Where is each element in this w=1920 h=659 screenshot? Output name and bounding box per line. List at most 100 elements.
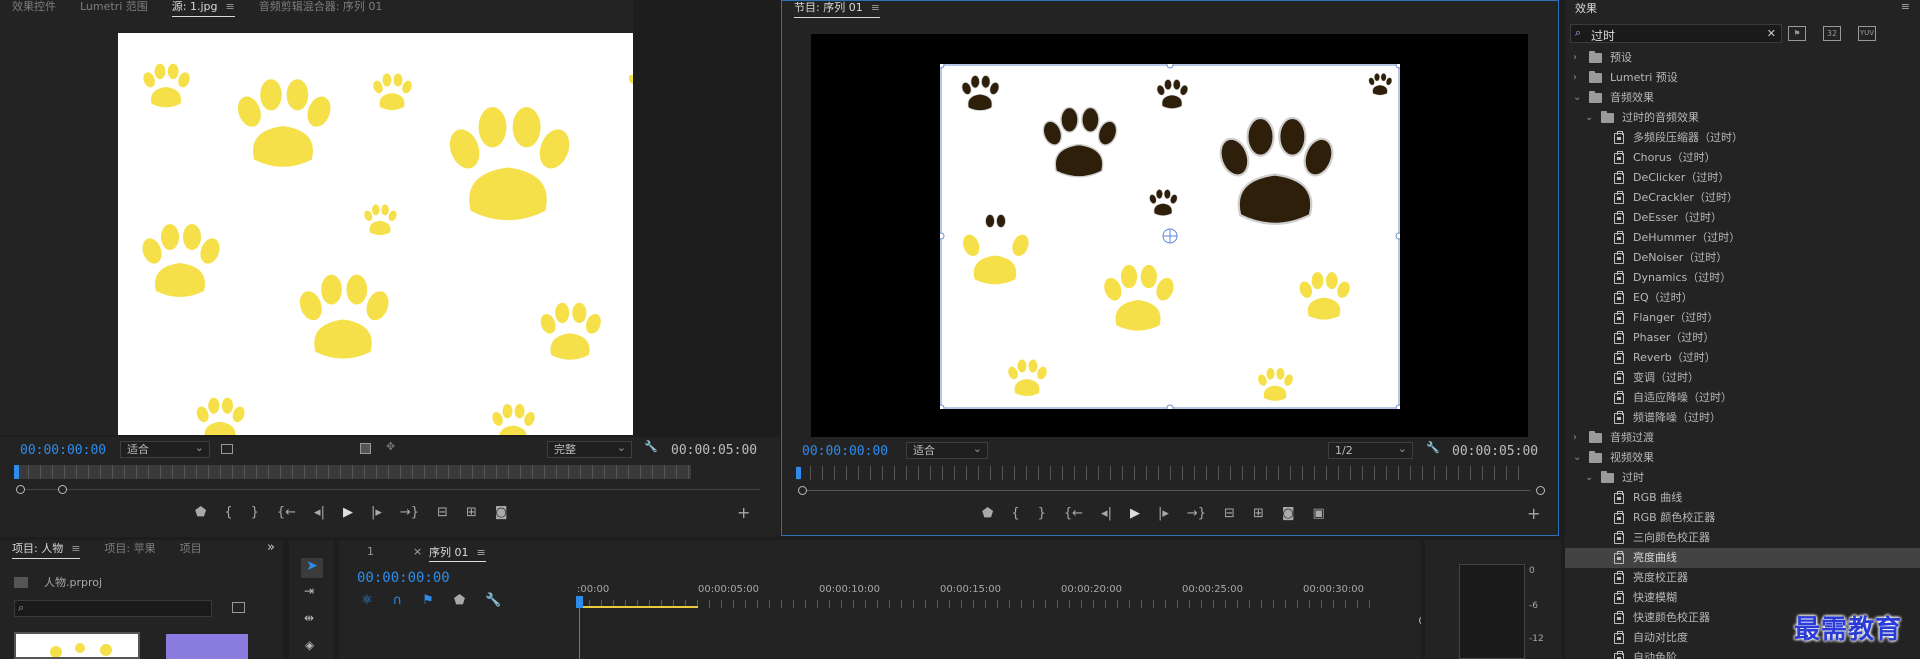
effect-item-row[interactable]: 自动色阶 [1565,648,1920,659]
menu-icon[interactable]: ≡ [871,1,880,14]
insert-icon[interactable]: ⊟ [437,505,448,520]
menu-icon[interactable]: ≡ [477,546,486,559]
effects-folder-row[interactable]: › Lumetri 预设 [1565,68,1920,88]
effects-folder-row[interactable]: ⌄ 视频效果 [1565,448,1920,468]
timeline-time-ruler[interactable]: :00:00 00:00:05:00 00:00:10:00 00:00:15:00 0… [577,584,1377,614]
close-sequence-icon[interactable]: × [413,545,422,558]
mark-in-button[interactable]: { [1011,506,1019,521]
program-add-button-icon[interactable]: + [1527,504,1540,523]
step-back-button[interactable]: ◂| [314,505,325,520]
effects-menu-icon[interactable]: ≡ [1901,0,1910,13]
effect-item-row[interactable]: 多频段压缩器（过时） [1565,128,1920,148]
effect-item-row[interactable]: RGB 颜色校正器 [1565,508,1920,528]
source-export-icon[interactable] [360,443,371,454]
tab-audio-clip-mixer[interactable]: 音频剪辑混合器: 序列 01 [247,0,395,16]
source-zoom-start[interactable] [16,485,25,494]
comparison-view-icon[interactable]: ▣ [1312,506,1324,521]
clear-search-icon[interactable]: ✕ [1767,27,1776,40]
linked-selection-icon[interactable]: ⚑ [422,593,434,608]
go-to-out-button[interactable]: →} [1187,506,1206,521]
source-settings-wrench-icon[interactable]: 🔧 [644,440,658,453]
menu-icon[interactable]: ≡ [226,0,235,13]
source-add-button-icon[interactable]: + [737,503,750,522]
effect-item-row[interactable]: DeClicker（过时） [1565,168,1920,188]
effect-item-row[interactable]: Flanger（过时） [1565,308,1920,328]
lift-icon[interactable]: ⊟ [1224,506,1235,521]
effect-item-row[interactable]: 快速模糊 [1565,588,1920,608]
program-zoom-start[interactable] [798,486,807,495]
effect-item-row[interactable]: Chorus（过时） [1565,148,1920,168]
effect-item-row[interactable]: DeNoiser（过时） [1565,248,1920,268]
mark-out-button[interactable]: } [1038,506,1046,521]
go-to-in-button[interactable]: {← [1064,506,1083,521]
nest-icon[interactable]: ⚛ [361,593,373,608]
snap-magnet-icon[interactable]: ∩ [393,593,403,608]
step-back-button[interactable]: ◂| [1101,506,1112,521]
tab-project[interactable]: 项目 [168,542,214,558]
timeline-timecode[interactable]: 00:00:00:00 [357,570,450,586]
chevron-down-icon[interactable]: ⌄ [1573,448,1581,468]
effect-item-row[interactable]: DeCrackler（过时） [1565,188,1920,208]
accelerated-effects-icon[interactable]: ⚑ [1788,26,1806,41]
source-timecode-current[interactable]: 00:00:00:00 [20,443,106,458]
tab-effect-controls[interactable]: 效果控件 [0,0,68,16]
effects-folder-row[interactable]: ⌄ 过时 [1565,468,1920,488]
effect-item-row[interactable]: DeHummer（过时） [1565,228,1920,248]
tab-lumetri-scopes[interactable]: Lumetri 范围 [68,0,160,16]
source-time-ruler[interactable] [16,465,691,479]
new-bin-from-search-icon[interactable] [232,602,245,613]
effect-item-row[interactable]: 亮度校正器 [1565,568,1920,588]
effects-folder-row[interactable]: ⌄ 过时的音频效果 [1565,108,1920,128]
timeline-yellow-work-area[interactable] [579,606,698,608]
add-marker-icon[interactable]: ⬟ [195,505,206,520]
chevron-down-icon[interactable]: ⌄ [1585,468,1593,488]
ripple-edit-tool-icon[interactable]: ⇹ [304,611,314,625]
tab-project-renwu[interactable]: 项目: 人物 ≡ [0,542,92,559]
play-button[interactable]: ▶ [1130,506,1140,521]
source-zoom-track[interactable] [20,489,760,490]
chevron-right-icon[interactable]: › [1573,428,1577,448]
add-marker-icon[interactable]: ⬟ [982,506,993,521]
effects-folder-row[interactable]: › 音频过渡 [1565,428,1920,448]
thumbnail-sequence[interactable] [166,634,248,659]
tab-source[interactable]: 源: 1.jpg ≡ [160,0,247,17]
program-fit-dropdown[interactable]: 适合 [906,441,988,459]
timeline-tab-left[interactable]: 1 [367,545,374,558]
effect-item-row[interactable]: 亮度曲线 [1565,548,1920,568]
source-safe-margins-icon[interactable] [221,444,233,454]
tab-program[interactable]: 节目: 序列 01 ≡ [782,1,892,18]
go-to-out-button[interactable]: →} [400,505,419,520]
go-to-in-button[interactable]: {← [277,505,296,520]
effects-folder-row[interactable]: › 预设 [1565,48,1920,68]
program-timecode-current[interactable]: 00:00:00:00 [802,444,888,459]
effect-item-row[interactable]: RGB 曲线 [1565,488,1920,508]
timeline-playhead[interactable] [576,596,583,608]
menu-icon[interactable]: ≡ [71,542,80,555]
more-tabs-icon[interactable]: » [267,540,275,555]
program-zoom-track[interactable] [802,490,1530,491]
add-marker-icon[interactable]: ⬟ [454,593,465,608]
tab-project-pingguo[interactable]: 项目: 苹果 [92,542,167,558]
source-fit-dropdown[interactable]: 适合 [120,440,210,458]
timeline-scroll-knob[interactable] [1419,616,1421,625]
effect-item-row[interactable]: 变调（过时） [1565,368,1920,388]
mark-in-button[interactable]: { [224,505,232,520]
effect-item-row[interactable]: Dynamics（过时） [1565,268,1920,288]
program-zoom-end[interactable] [1536,486,1545,495]
program-settings-wrench-icon[interactable]: 🔧 [1426,441,1440,454]
chevron-right-icon[interactable]: › [1573,48,1577,68]
timeline-settings-wrench-icon[interactable]: 🔧 [485,593,501,608]
source-drag-icon[interactable]: ✥ [386,440,395,453]
effect-item-row[interactable]: 三向颜色校正器 [1565,528,1920,548]
32bit-effects-icon[interactable]: 32 [1823,26,1841,41]
source-zoom-end[interactable] [58,485,67,494]
export-frame-camera-icon[interactable]: ◙ [495,505,508,520]
export-frame-camera-icon[interactable]: ◙ [1282,506,1295,521]
effects-search-box[interactable]: ⌕ 过时 ✕ [1570,24,1782,43]
program-resolution-dropdown[interactable]: 1/2 [1328,441,1413,459]
effect-item-row[interactable]: DeEsser（过时） [1565,208,1920,228]
step-forward-button[interactable]: |▸ [1158,506,1169,521]
effect-item-row[interactable]: Reverb（过时） [1565,348,1920,368]
program-time-ruler[interactable] [798,466,1528,480]
thumbnail-paw-image[interactable] [14,632,140,659]
